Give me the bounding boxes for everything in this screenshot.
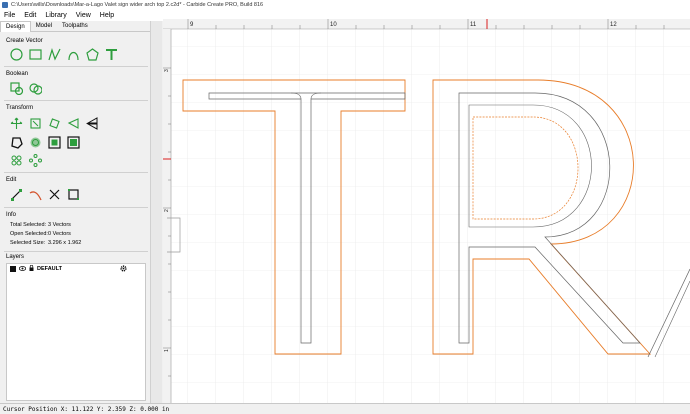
- ruler-label: 1: [164, 349, 170, 352]
- tab-design[interactable]: Design: [0, 21, 31, 32]
- curve-tool-icon[interactable]: [66, 47, 81, 62]
- transform-tools-row3: [9, 153, 43, 168]
- divider: [4, 100, 148, 101]
- layers-list: DEFAULT: [6, 263, 146, 401]
- info-heading: Info: [6, 212, 17, 218]
- smooth-curve-icon[interactable]: [28, 187, 43, 202]
- transform-tools-row2: [9, 135, 81, 150]
- divider: [4, 172, 148, 173]
- lock-icon[interactable]: [29, 264, 34, 273]
- create-vector-tools: [9, 47, 119, 62]
- divider: [4, 207, 148, 208]
- left-panel: Design Model Toolpaths Create Vector Boo…: [0, 21, 162, 403]
- ruler-label: 2: [164, 209, 170, 212]
- info-label: Total Selected:: [10, 222, 47, 228]
- circular-array-icon[interactable]: [9, 153, 24, 168]
- menu-help[interactable]: Help: [100, 12, 114, 19]
- boolean-union-icon[interactable]: [9, 81, 24, 96]
- boolean-join-icon[interactable]: [28, 81, 43, 96]
- polyline-tool-icon[interactable]: [47, 47, 62, 62]
- info-value: 0 Vectors: [48, 231, 71, 237]
- gear-icon[interactable]: [120, 264, 127, 274]
- layer-row[interactable]: DEFAULT: [7, 264, 145, 274]
- cursor-position: Cursor Position X: 11.122 Y: 2.359 Z: 0.…: [3, 405, 170, 413]
- info-label: Selected Size:: [10, 240, 46, 246]
- move-icon[interactable]: [9, 116, 24, 131]
- create-vector-heading: Create Vector: [6, 38, 43, 44]
- app-icon: [2, 2, 8, 8]
- inset-icon[interactable]: [47, 135, 62, 150]
- radial-array-icon[interactable]: [28, 153, 43, 168]
- menu-edit[interactable]: Edit: [24, 12, 36, 19]
- divider: [4, 66, 148, 67]
- info-value: 3.296 x 1.962: [48, 240, 82, 246]
- offset-icon[interactable]: [9, 135, 24, 150]
- left-ruler: [163, 29, 171, 403]
- layer-color-swatch[interactable]: [10, 266, 16, 272]
- rectangle-tool-icon[interactable]: [28, 47, 43, 62]
- window-title: C:\Users\wills\Downloads\Mar-a-Lago Vale…: [11, 2, 264, 8]
- tab-model[interactable]: Model: [31, 21, 57, 32]
- layers-heading: Layers: [6, 254, 25, 260]
- ruler-label: 12: [610, 22, 617, 28]
- scale-icon[interactable]: [28, 116, 43, 131]
- info-value: 3 Vectors: [48, 222, 71, 228]
- panel-tabs: Design Model Toolpaths: [0, 21, 161, 32]
- polygon-tool-icon[interactable]: [85, 47, 100, 62]
- trim-icon[interactable]: [47, 187, 62, 202]
- info-selected-size: Selected Size: 3.296 x 1.962: [10, 240, 81, 246]
- tab-toolpaths[interactable]: Toolpaths: [57, 21, 93, 32]
- canvas-drawing: 9 10 11 12 3 2 1: [163, 19, 690, 403]
- info-label: Open Selected:: [10, 231, 48, 237]
- edit-heading: Edit: [6, 177, 17, 183]
- node-edit-icon[interactable]: [9, 187, 24, 202]
- rotate-icon[interactable]: [47, 116, 62, 131]
- mirror-icon[interactable]: [85, 116, 100, 131]
- status-bar: Cursor Position X: 11.122 Y: 2.359 Z: 0.…: [0, 403, 690, 414]
- eye-icon[interactable]: [18, 265, 27, 273]
- array-icon[interactable]: [66, 135, 81, 150]
- align-icon[interactable]: [66, 116, 81, 131]
- info-open-selected: Open Selected: 0 Vectors: [10, 231, 71, 237]
- ruler-label: 10: [330, 22, 337, 28]
- transform-tools-row1: [9, 116, 100, 131]
- join-vectors-icon[interactable]: [66, 187, 81, 202]
- ruler-label: 11: [470, 22, 477, 28]
- menu-view[interactable]: View: [76, 12, 91, 19]
- menu-library[interactable]: Library: [45, 12, 66, 19]
- fillet-icon[interactable]: [28, 135, 43, 150]
- grid: [171, 29, 690, 403]
- boolean-heading: Boolean: [6, 71, 29, 77]
- transform-heading: Transform: [6, 105, 34, 111]
- layer-name: DEFAULT: [37, 266, 62, 272]
- info-total-selected: Total Selected: 3 Vectors: [10, 222, 71, 228]
- boolean-tools: [9, 81, 43, 96]
- ruler-label: 3: [164, 69, 170, 72]
- panel-scrollbar[interactable]: [150, 21, 162, 403]
- circle-tool-icon[interactable]: [9, 47, 24, 62]
- menu-file[interactable]: File: [4, 12, 15, 19]
- text-tool-icon[interactable]: [104, 47, 119, 62]
- edit-tools: [9, 187, 81, 202]
- design-canvas[interactable]: 9 10 11 12 3 2 1: [163, 19, 690, 403]
- divider: [4, 251, 148, 252]
- title-bar: C:\Users\wills\Downloads\Mar-a-Lago Vale…: [0, 0, 690, 10]
